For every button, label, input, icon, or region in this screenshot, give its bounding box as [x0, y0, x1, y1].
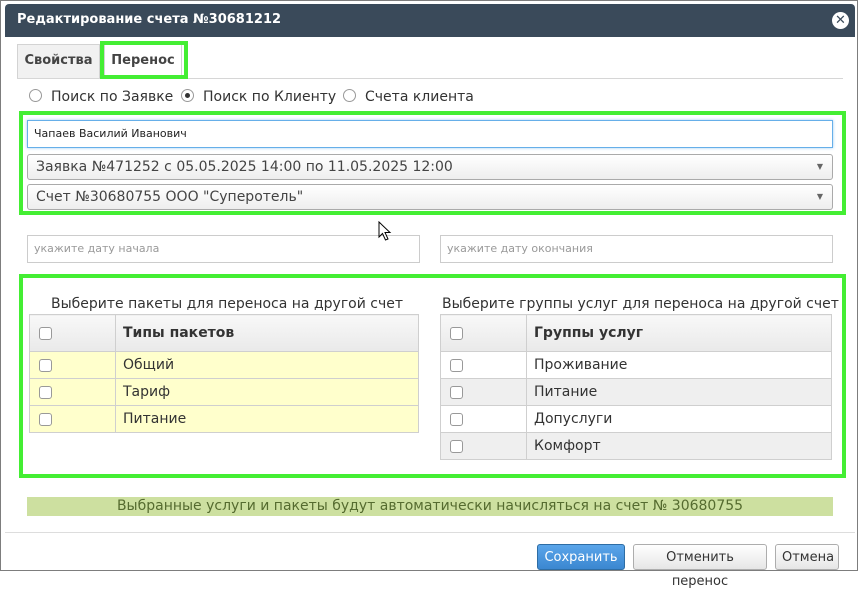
package-checkbox[interactable] [39, 412, 52, 426]
mouse-cursor-icon [378, 221, 392, 241]
dialog-titlebar: Редактирование счета №30681212 ✕ [5, 4, 855, 37]
table-row[interactable]: Комфорт [440, 432, 832, 460]
service-group-checkbox[interactable] [450, 412, 463, 426]
transfer-notice: Выбранные услуги и пакеты будут автомати… [27, 497, 833, 516]
package-name: Питание [115, 405, 419, 433]
select-all-cell [29, 314, 116, 352]
service-group-name: Допуслуги [526, 405, 832, 433]
checkbox-cell [440, 405, 527, 433]
account-select-value: Счет №30680755 ООО "Суперотель" [36, 189, 304, 205]
radio-search-by-order[interactable]: Поиск по Заявке [29, 89, 173, 105]
checkbox-cell [29, 405, 116, 433]
footer-divider [5, 532, 855, 533]
packages-header: Типы пакетов [115, 314, 419, 352]
tab-transfer[interactable]: Перенос [104, 44, 182, 79]
table-header: Группы услуг [440, 314, 832, 352]
checkbox-cell [29, 378, 116, 406]
package-checkbox[interactable] [39, 385, 52, 399]
tabs-divider [17, 78, 843, 79]
service-group-name: Комфорт [526, 432, 832, 460]
client-name-input[interactable]: Чапаев Василий Иванович [27, 120, 833, 148]
service-group-checkbox[interactable] [450, 358, 463, 372]
package-name: Тариф [115, 378, 419, 406]
account-select[interactable]: Счет №30680755 ООО "Суперотель" ▼ [27, 184, 833, 210]
table-row[interactable]: Тариф [29, 378, 419, 406]
checkbox-cell [440, 378, 527, 406]
radio-label: Поиск по Заявке [51, 89, 174, 105]
order-select[interactable]: Заявка №471252 с 05.05.2025 14:00 по 11.… [27, 154, 833, 180]
package-checkbox[interactable] [39, 358, 52, 372]
radio-client-accounts[interactable]: Счета клиента [343, 89, 474, 105]
packages-title: Выберите пакеты для переноса на другой с… [51, 296, 404, 312]
packages-table: Типы пакетов Общий Тариф Питание [29, 314, 419, 433]
radio-label: Поиск по Клиенту [203, 89, 337, 105]
cancel-button[interactable]: Отмена [775, 544, 839, 570]
table-row[interactable]: Допуслуги [440, 405, 832, 433]
service-groups-table: Группы услуг Проживание Питание Допуслуг… [440, 314, 832, 460]
select-all-cell [440, 314, 527, 352]
end-date-input[interactable]: укажите дату окончания [440, 235, 833, 263]
radio-label: Счета клиента [365, 89, 474, 105]
radio-circle [181, 89, 194, 102]
service-group-name: Проживание [526, 351, 832, 379]
cancel-transfer-button[interactable]: Отменить перенос [633, 544, 767, 589]
service-groups-header: Группы услуг [526, 314, 832, 352]
edit-account-dialog: Редактирование счета №30681212 ✕ Свойств… [0, 0, 858, 589]
save-button[interactable]: Сохранить [537, 544, 625, 570]
chevron-down-icon: ▼ [816, 162, 823, 171]
table-row[interactable]: Общий [29, 351, 419, 379]
radio-circle [29, 89, 42, 102]
select-all-groups-checkbox[interactable] [450, 326, 463, 340]
radio-circle [343, 89, 356, 102]
radio-search-by-client[interactable]: Поиск по Клиенту [181, 89, 336, 105]
table-header: Типы пакетов [29, 314, 419, 352]
chevron-down-icon: ▼ [816, 192, 823, 201]
service-group-name: Питание [526, 378, 832, 406]
table-row[interactable]: Питание [29, 405, 419, 433]
checkbox-cell [440, 432, 527, 460]
service-group-checkbox[interactable] [450, 439, 463, 453]
select-all-packages-checkbox[interactable] [39, 326, 52, 340]
checkbox-cell [440, 351, 527, 379]
table-row[interactable]: Проживание [440, 351, 832, 379]
tab-properties[interactable]: Свойства [17, 44, 100, 78]
start-date-input[interactable]: укажите дату начала [27, 235, 420, 263]
service-groups-title: Выберите группы услуг для переноса на др… [442, 296, 839, 312]
table-row[interactable]: Питание [440, 378, 832, 406]
order-select-value: Заявка №471252 с 05.05.2025 14:00 по 11.… [36, 159, 453, 175]
close-icon[interactable]: ✕ [832, 12, 849, 29]
service-group-checkbox[interactable] [450, 385, 463, 399]
package-name: Общий [115, 351, 419, 379]
checkbox-cell [29, 351, 116, 379]
dialog-title: Редактирование счета №30681212 [17, 12, 282, 27]
